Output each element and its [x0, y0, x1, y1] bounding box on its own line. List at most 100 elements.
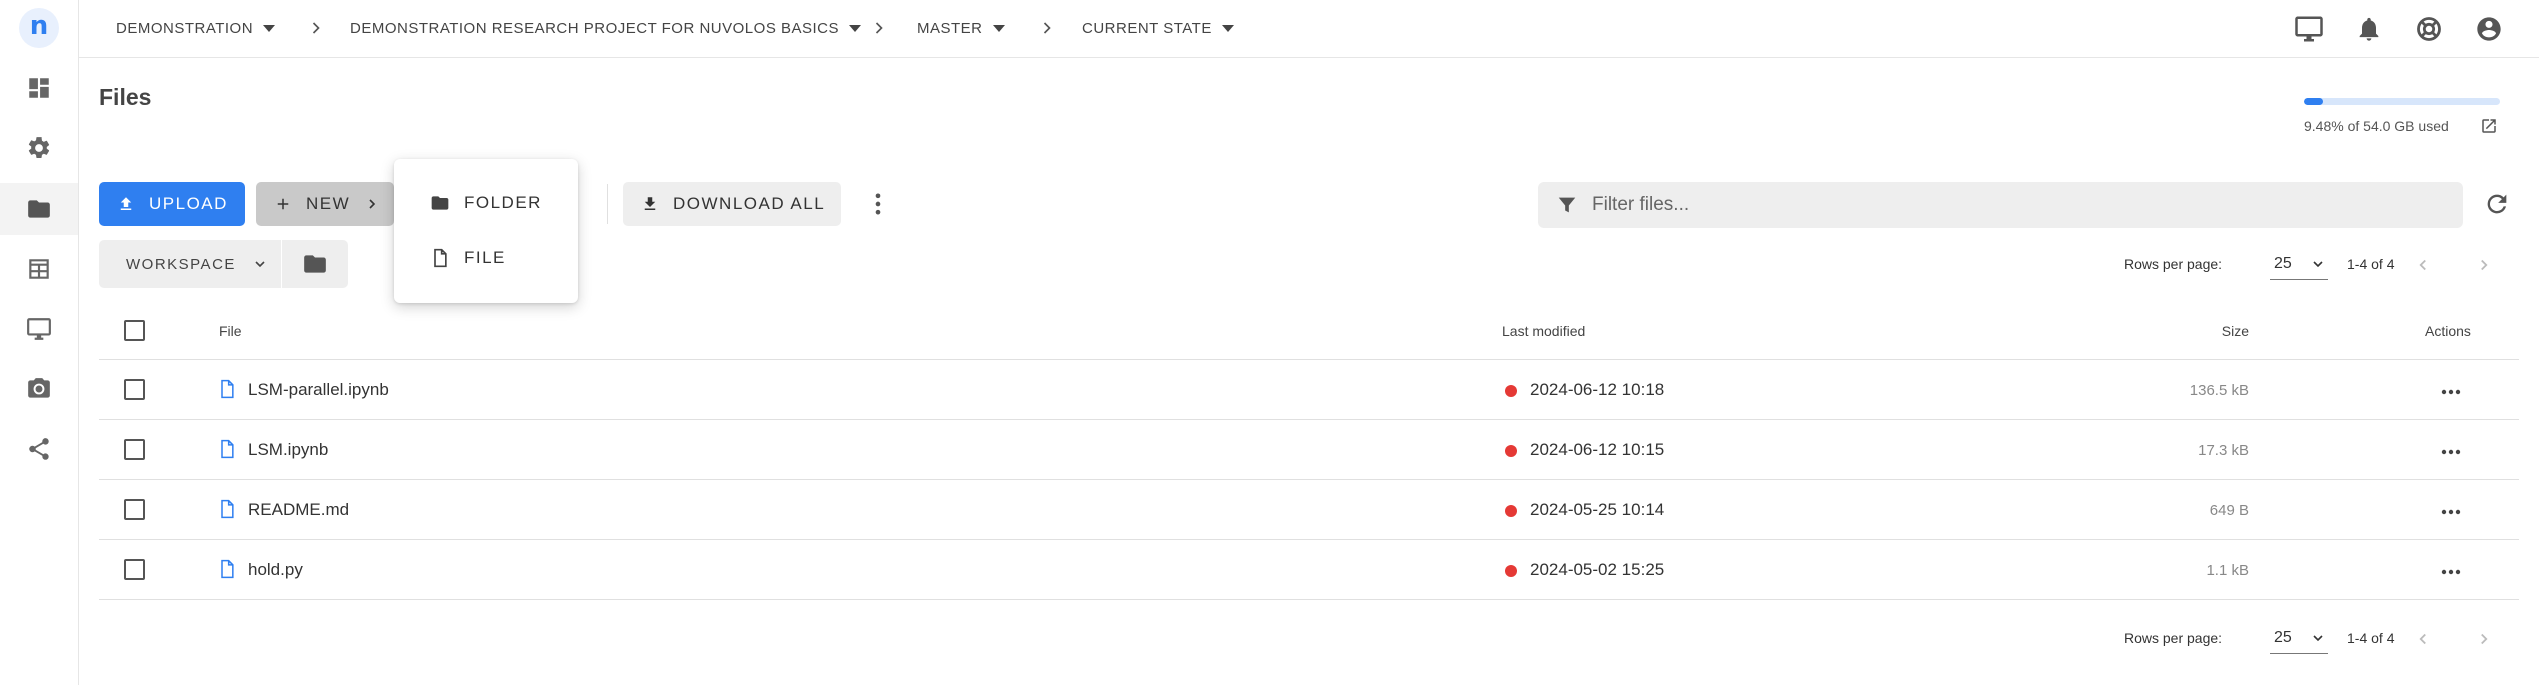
new-folder-menu-item[interactable]: FOLDER: [394, 178, 578, 228]
breadcrumb-space[interactable]: DEMONSTRATION: [116, 0, 276, 56]
column-header-file[interactable]: File: [219, 323, 242, 339]
sidebar-item-share[interactable]: [0, 423, 78, 475]
rows-per-page-label: Rows per page:: [2124, 256, 2223, 272]
workspace-root-folder-button[interactable]: [282, 240, 348, 288]
menu-item-label: FILE: [464, 248, 506, 267]
download-all-button[interactable]: DOWNLOAD ALL: [623, 182, 841, 226]
caret-down-icon: [263, 24, 276, 32]
workspace-selector[interactable]: WORKSPACE: [99, 240, 281, 288]
new-file-menu-item[interactable]: FILE: [394, 233, 578, 283]
last-modified: 2024-05-02 15:25: [1530, 560, 1665, 579]
column-header-size[interactable]: Size: [2222, 323, 2249, 339]
rows-per-page-select[interactable]: 25: [2270, 622, 2328, 654]
notifications-button[interactable]: [2352, 12, 2386, 46]
breadcrumb-instance[interactable]: DEMONSTRATION RESEARCH PROJECT FOR NUVOL…: [350, 0, 862, 56]
select-all-checkbox[interactable]: [124, 320, 145, 341]
rows-per-page-value: 25: [2274, 628, 2292, 646]
more-vertical-icon[interactable]: [864, 190, 892, 218]
bell-icon: [2359, 17, 2379, 41]
rows-per-page-select[interactable]: 25: [2270, 248, 2328, 280]
page-range: 1-4 of 4: [2347, 256, 2395, 272]
filter-input[interactable]: [1592, 194, 2392, 216]
caret-down-icon: [992, 24, 1005, 32]
file-icon: [221, 559, 234, 579]
file-name[interactable]: LSM-parallel.ipynb: [248, 380, 389, 400]
file-icon: [434, 248, 447, 268]
chevron-right-icon[interactable]: [2475, 256, 2493, 274]
column-header-modified[interactable]: Last modified: [1502, 323, 1585, 339]
caret-down-icon: [849, 24, 862, 32]
chevron-right-icon: [369, 199, 376, 209]
breadcrumb-label: DEMONSTRATION RESEARCH PROJECT FOR NUVOL…: [350, 19, 840, 37]
sidebar-item-applications[interactable]: [0, 303, 78, 355]
sidebar-item-snapshots[interactable]: [0, 363, 78, 415]
sidebar-item-dashboard[interactable]: [0, 62, 78, 114]
open-external-icon[interactable]: [2480, 117, 2498, 135]
file-name[interactable]: README.md: [248, 500, 349, 520]
table-row[interactable]: hold.py 2024-05-02 15:25 1.1 kB: [99, 540, 2519, 600]
file-name[interactable]: hold.py: [248, 560, 303, 580]
more-horizontal-icon[interactable]: [2439, 500, 2463, 524]
pagination-top: Rows per page: 25 1-4 of 4: [2124, 244, 2524, 284]
toolbar-divider: [607, 184, 608, 224]
chevron-right-icon: [875, 22, 883, 34]
download-all-label: DOWNLOAD ALL: [673, 194, 826, 213]
column-header-actions: Actions: [2425, 323, 2471, 339]
file-icon: [221, 439, 234, 459]
status-dot: [1505, 385, 1517, 397]
workspace-label: WORKSPACE: [126, 255, 236, 273]
new-label: NEW: [306, 194, 351, 213]
folder-icon: [431, 196, 449, 210]
upload-button[interactable]: UPLOAD: [99, 182, 245, 226]
table-row[interactable]: README.md 2024-05-25 10:14 649 B: [99, 480, 2519, 540]
rows-per-page-label: Rows per page:: [2124, 630, 2223, 646]
running-apps-button[interactable]: [2292, 12, 2326, 46]
new-menu: FOLDER FILE: [394, 159, 578, 303]
top-bar: DEMONSTRATION DEMONSTRATION RESEARCH PRO…: [79, 0, 2539, 58]
file-size: 649 B: [2209, 502, 2249, 519]
storage-usage-text: 9.48% of 54.0 GB used: [2304, 118, 2449, 134]
row-checkbox[interactable]: [124, 439, 145, 460]
file-icon: [221, 379, 234, 399]
chevron-down-icon: [2313, 635, 2323, 642]
table-row[interactable]: LSM.ipynb 2024-06-12 10:15 17.3 kB: [99, 420, 2519, 480]
breadcrumb-branch[interactable]: MASTER: [917, 0, 1005, 56]
sidebar-item-tables[interactable]: [0, 243, 78, 295]
sidebar-item-files[interactable]: [0, 183, 78, 235]
table-header: File Last modified Size Actions: [99, 302, 2519, 360]
more-horizontal-icon[interactable]: [2439, 560, 2463, 584]
sidebar-item-settings[interactable]: [0, 122, 78, 174]
files-table: File Last modified Size Actions LSM-para…: [99, 302, 2519, 600]
folder-icon: [28, 200, 50, 218]
filter-field[interactable]: [1538, 182, 2463, 228]
file-size: 1.1 kB: [2206, 562, 2249, 579]
download-icon: [644, 197, 656, 210]
last-modified: 2024-06-12 10:15: [1530, 440, 1665, 459]
chevron-right-icon: [312, 22, 320, 34]
table-icon: [29, 259, 49, 279]
chevron-left-icon[interactable]: [2414, 256, 2432, 274]
file-name[interactable]: LSM.ipynb: [248, 440, 328, 460]
table-row[interactable]: LSM-parallel.ipynb 2024-06-12 10:18 136.…: [99, 360, 2519, 420]
logo-letter: n: [29, 11, 49, 41]
pagination-bottom: Rows per page: 25 1-4 of 4: [2124, 618, 2524, 658]
breadcrumb-state[interactable]: CURRENT STATE: [1082, 0, 1234, 56]
row-checkbox[interactable]: [124, 499, 145, 520]
nuvolos-logo[interactable]: n: [19, 8, 59, 48]
row-checkbox[interactable]: [124, 559, 145, 580]
more-horizontal-icon[interactable]: [2439, 440, 2463, 464]
lifebuoy-icon: [2417, 17, 2441, 41]
row-checkbox[interactable]: [124, 379, 145, 400]
chevron-right-icon[interactable]: [2475, 630, 2493, 648]
help-button[interactable]: [2412, 12, 2446, 46]
camera-icon: [28, 378, 50, 398]
more-horizontal-icon[interactable]: [2439, 380, 2463, 404]
refresh-icon[interactable]: [2483, 190, 2511, 218]
last-modified: 2024-06-12 10:18: [1530, 380, 1665, 399]
chevron-down-icon: [2313, 261, 2323, 268]
chevron-down-icon: [255, 261, 265, 268]
new-button[interactable]: NEW: [256, 182, 394, 226]
breadcrumb-label: MASTER: [917, 19, 983, 37]
account-button[interactable]: [2472, 12, 2506, 46]
chevron-left-icon[interactable]: [2414, 630, 2432, 648]
